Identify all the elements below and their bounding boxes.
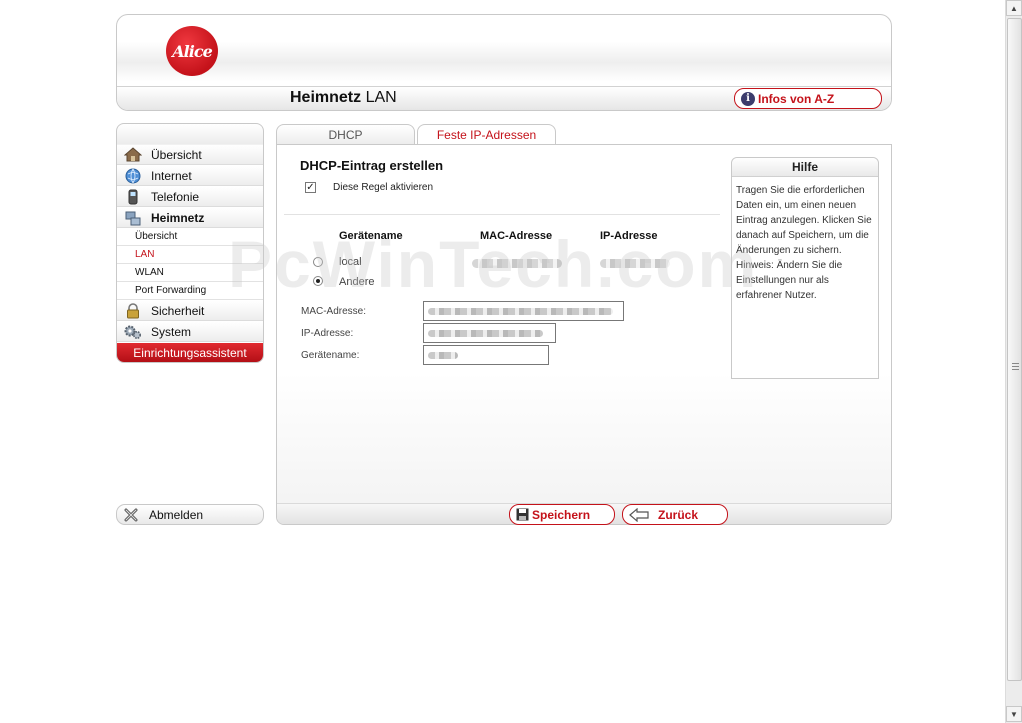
device-name-input[interactable] — [423, 345, 549, 365]
subnav-item-label: WLAN — [135, 267, 164, 278]
column-header-device-name: Gerätename — [339, 230, 403, 242]
vertical-scrollbar[interactable]: ▲ ▼ — [1005, 0, 1022, 723]
redacted-ip-value — [600, 259, 670, 268]
activate-rule-label: Diese Regel aktivieren — [333, 182, 434, 193]
phone-icon — [124, 189, 142, 205]
alice-logo: Alice — [166, 26, 218, 76]
sidebar-item-label: System — [151, 324, 192, 339]
subnav-item-lan[interactable]: LAN — [117, 246, 263, 264]
close-x-icon — [123, 507, 139, 523]
subnav-item-label: Übersicht — [135, 231, 178, 242]
tab-label: Feste IP-Adressen — [436, 128, 537, 142]
back-button-label: Zurück — [658, 507, 699, 522]
back-button[interactable]: Zurück — [622, 504, 728, 525]
logout-button[interactable]: Abmelden — [116, 504, 264, 525]
sidebar-item-label: Telefonie — [151, 189, 200, 204]
info-icon: i — [741, 91, 755, 106]
radio-other[interactable] — [313, 276, 323, 286]
page-title-subsection: LAN — [365, 89, 397, 106]
scroll-up-arrow-icon[interactable]: ▲ — [1006, 0, 1022, 16]
redacted-mac-value — [472, 259, 562, 268]
redacted-input-value — [428, 308, 613, 315]
tab-label: DHCP — [328, 128, 363, 142]
tab-dhcp[interactable]: DHCP — [276, 124, 415, 145]
subnav-item-overview[interactable]: Übersicht — [117, 228, 263, 246]
arrow-left-icon — [629, 507, 649, 522]
sidebar-item-security[interactable]: Sicherheit — [117, 301, 263, 321]
subnav-item-wlan[interactable]: WLAN — [117, 264, 263, 282]
floppy-disk-icon — [516, 508, 529, 521]
section-title: DHCP-Eintrag erstellen — [300, 158, 444, 173]
radio-local-label: local — [339, 256, 362, 268]
radio-local[interactable] — [313, 257, 323, 267]
help-title: Hilfe — [732, 158, 878, 177]
setup-wizard-button[interactable]: Einrichtungsassistent — [117, 343, 263, 362]
subnav-item-label: Port Forwarding — [135, 285, 207, 296]
page-title: Heimnetz LAN — [290, 89, 397, 107]
mac-address-input[interactable] — [423, 301, 624, 321]
gears-icon — [124, 324, 142, 340]
setup-wizard-label: Einrichtungsassistent — [133, 345, 247, 360]
logout-label: Abmelden — [149, 507, 204, 522]
logo-text: Alice — [172, 41, 212, 61]
redacted-input-value — [428, 352, 458, 359]
sidebar-item-internet[interactable]: Internet — [117, 166, 263, 186]
section-divider — [284, 214, 720, 215]
mac-address-label: MAC-Adresse: — [301, 306, 367, 317]
sidebar-item-label: Sicherheit — [151, 303, 205, 318]
scroll-grip-icon — [1012, 363, 1019, 371]
redacted-input-value — [428, 330, 543, 337]
subnav-item-label: LAN — [135, 249, 155, 260]
device-name-label: Gerätename: — [301, 350, 360, 361]
sidebar-item-label: Internet — [151, 168, 192, 183]
activate-rule-checkbox[interactable]: ✓ — [305, 182, 316, 193]
sidebar-item-system[interactable]: System — [117, 322, 263, 342]
tab-fixed-ip-addresses[interactable]: Feste IP-Adressen — [417, 124, 556, 145]
infos-button-label: Infos von A-Z — [758, 91, 835, 106]
network-icon — [124, 210, 142, 226]
house-icon — [124, 147, 142, 163]
subnav-item-port-forwarding[interactable]: Port Forwarding — [117, 282, 263, 300]
save-button[interactable]: Speichern — [509, 504, 615, 525]
ip-address-label: IP-Adresse: — [301, 328, 354, 339]
sidebar-item-label: Heimnetz — [151, 210, 205, 225]
sidebar-item-label: Übersicht — [151, 147, 202, 162]
ip-address-input[interactable] — [423, 323, 556, 343]
sidebar-item-homenetwork[interactable]: Heimnetz — [117, 208, 263, 228]
sidebar-item-overview[interactable]: Übersicht — [117, 145, 263, 165]
sidebar-item-telephony[interactable]: Telefonie — [117, 187, 263, 207]
scroll-down-arrow-icon[interactable]: ▼ — [1006, 706, 1022, 722]
save-button-label: Speichern — [532, 507, 591, 522]
lock-icon — [124, 302, 142, 319]
column-header-ip: IP-Adresse — [600, 230, 658, 242]
infos-button[interactable]: i Infos von A-Z — [734, 88, 882, 109]
help-text: Tragen Sie die erforderlichen Daten ein,… — [736, 185, 872, 301]
page-title-section: Heimnetz — [290, 89, 362, 106]
scroll-thumb[interactable] — [1007, 18, 1022, 681]
column-header-mac: MAC-Adresse — [480, 230, 553, 242]
globe-icon — [124, 168, 142, 184]
radio-other-label: Andere — [339, 276, 375, 288]
